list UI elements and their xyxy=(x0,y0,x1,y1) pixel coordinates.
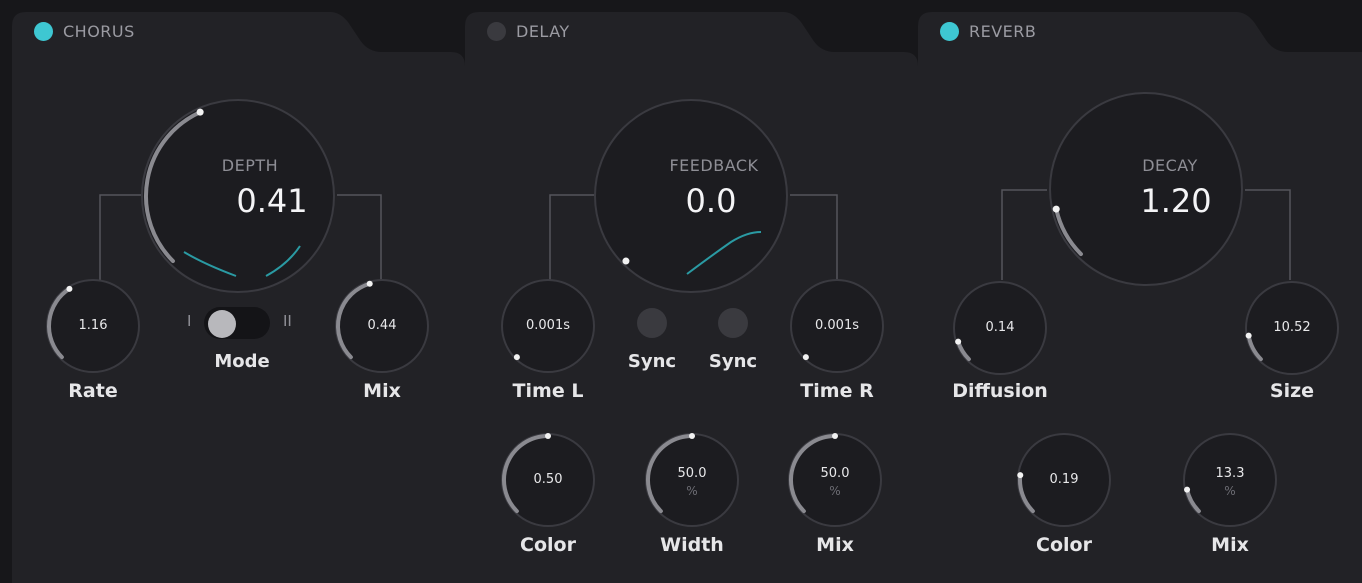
chorus-mix-label: Mix xyxy=(363,380,401,402)
time-l-label: Time L xyxy=(512,380,584,402)
reverb-mix-label: Mix xyxy=(1211,534,1249,556)
diffusion-knob-indicator xyxy=(955,338,962,345)
sync-r-button[interactable] xyxy=(718,308,748,338)
time-l-value: 0.001s xyxy=(526,318,570,333)
reverb-power-button[interactable] xyxy=(940,22,959,41)
chorus-mix-knob-indicator xyxy=(366,280,373,287)
size-label: Size xyxy=(1269,380,1315,402)
size-value: 10.52 xyxy=(1273,320,1311,335)
reverb-mix-value: 13.3 xyxy=(1215,466,1245,481)
decay-value: 1.20 xyxy=(1140,182,1212,220)
mode-toggle-thumb[interactable] xyxy=(208,310,236,338)
depth-value: 0.41 xyxy=(236,182,308,220)
diffusion-value: 0.14 xyxy=(985,320,1015,335)
chorus-power-button[interactable] xyxy=(34,22,53,41)
reverb-color-label: Color xyxy=(1036,534,1092,556)
chorus-mix-value: 0.44 xyxy=(367,318,397,333)
delay-header: DELAY xyxy=(487,22,570,41)
time-r-label: Time R xyxy=(800,380,874,402)
time-l-knob-indicator xyxy=(513,354,520,361)
delay-color-knob-indicator xyxy=(545,433,551,439)
width-unit: % xyxy=(686,484,698,498)
delay-mix-knob-indicator xyxy=(832,433,838,439)
delay-mix-value: 50.0 xyxy=(820,466,850,481)
delay-panel: DELAY FEEDBACK 0.0 0.001s Time L 0.001s … xyxy=(465,12,918,583)
mode-option-1: I xyxy=(187,312,192,330)
delay-title: DELAY xyxy=(516,22,570,41)
decay-knob-indicator xyxy=(1052,205,1060,213)
mode-label: Mode xyxy=(214,351,270,372)
delay-mix-label: Mix xyxy=(816,534,854,556)
sync-l-label: Sync xyxy=(627,351,677,372)
delay-color-value: 0.50 xyxy=(533,472,563,487)
reverb-header: REVERB xyxy=(940,22,1036,41)
delay-power-button[interactable] xyxy=(487,22,506,41)
mode-option-2: II xyxy=(283,312,292,330)
rate-knob-indicator xyxy=(66,285,73,292)
delay-mix-unit: % xyxy=(829,484,841,498)
sync-l-button[interactable] xyxy=(637,308,667,338)
feedback-value: 0.0 xyxy=(685,182,737,220)
time-r-knob-indicator xyxy=(802,354,809,361)
reverb-color-value: 0.19 xyxy=(1049,472,1079,487)
delay-color-label: Color xyxy=(520,534,576,556)
chorus-header: CHORUS xyxy=(34,22,135,41)
decay-label: DECAY xyxy=(1142,156,1198,175)
width-value: 50.0 xyxy=(677,466,707,481)
sync-r-label: Sync xyxy=(708,351,758,372)
width-label: Width xyxy=(660,534,724,556)
rate-value: 1.16 xyxy=(78,318,108,333)
rate-label: Rate xyxy=(68,380,118,402)
depth-label: DEPTH xyxy=(221,156,279,175)
mode-toggle[interactable] xyxy=(204,307,270,339)
time-r-value: 0.001s xyxy=(815,318,859,333)
chorus-panel: CHORUS DEPTH 0.41 1.16 Rate 0.44 Mix I I… xyxy=(12,12,465,583)
chorus-title: CHORUS xyxy=(63,22,135,41)
reverb-panel: REVERB DECAY 1.20 0.14 Diffusion 10.52 S… xyxy=(918,12,1362,583)
reverb-mix-unit: % xyxy=(1224,484,1236,498)
reverb-title: REVERB xyxy=(969,22,1037,41)
width-knob-indicator xyxy=(689,433,695,439)
feedback-label: FEEDBACK xyxy=(669,156,759,175)
diffusion-label: Diffusion xyxy=(952,380,1048,402)
